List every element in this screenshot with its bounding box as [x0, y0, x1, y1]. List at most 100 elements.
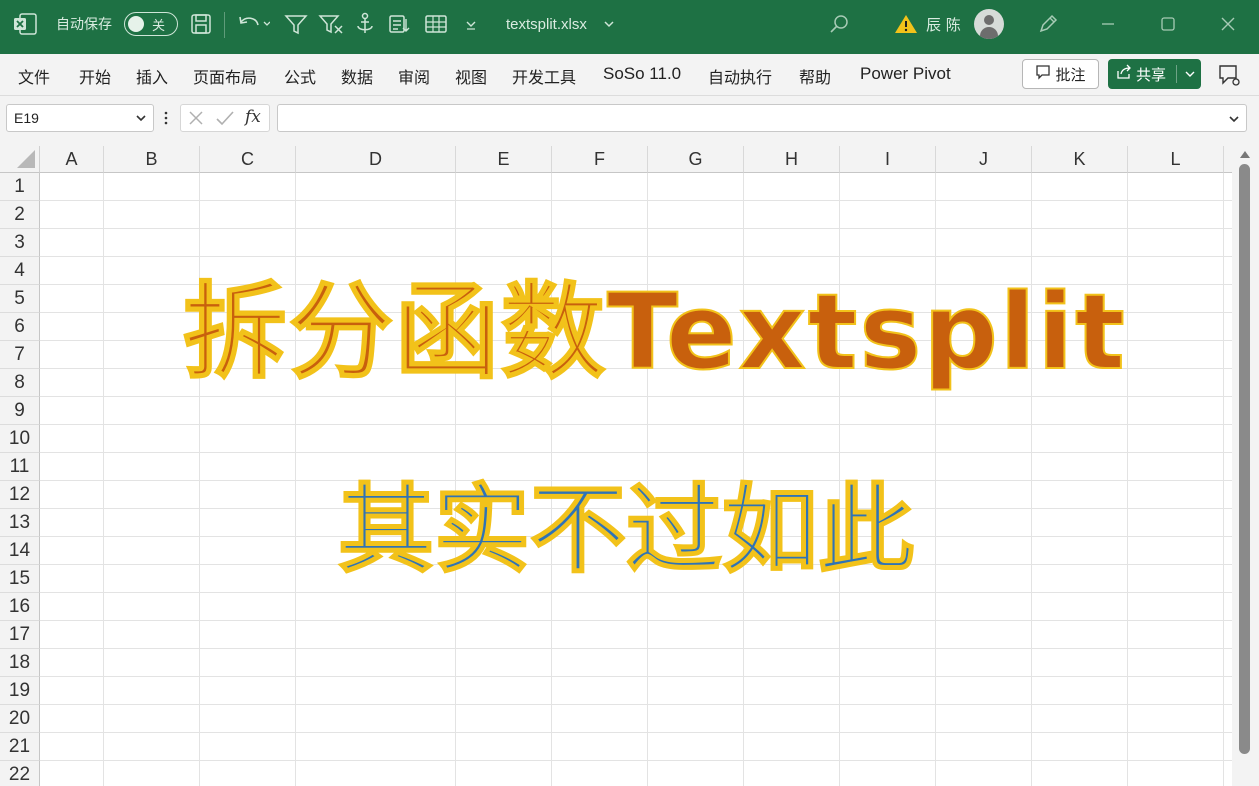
- chevron-down-icon[interactable]: [602, 0, 616, 48]
- column-header-m[interactable]: [1224, 146, 1232, 173]
- tab-automate[interactable]: 自动执行: [708, 64, 772, 88]
- row-header-21[interactable]: 21: [0, 733, 40, 761]
- row-header-7[interactable]: 7: [0, 341, 40, 369]
- filter-icon[interactable]: [284, 0, 308, 48]
- headline-text: 拆分函数Textsplit: [182, 270, 1127, 394]
- share-dropdown-chevron-icon[interactable]: [1184, 65, 1196, 87]
- row-header-13[interactable]: 13: [0, 509, 40, 537]
- comment-icon: [1035, 64, 1051, 84]
- anchor-icon[interactable]: [354, 0, 376, 48]
- tab-soso[interactable]: SoSo 11.0: [603, 64, 681, 84]
- row-header-1[interactable]: 1: [0, 173, 40, 201]
- undo-icon[interactable]: [236, 0, 270, 48]
- column-header-a[interactable]: A: [40, 146, 104, 173]
- column-header-i[interactable]: I: [840, 146, 936, 173]
- confirm-entry-icon[interactable]: [215, 109, 235, 131]
- clear-filter-icon[interactable]: [318, 0, 344, 48]
- tab-power-pivot[interactable]: Power Pivot: [860, 64, 951, 84]
- tab-help[interactable]: 帮助: [799, 64, 831, 88]
- autosave-label: 自动保存: [56, 17, 112, 33]
- column-header-c[interactable]: C: [200, 146, 296, 173]
- column-header-g[interactable]: G: [648, 146, 744, 173]
- ribbon-tab-bar: 文件 开始 插入 页面布局 公式 数据 审阅 视图 开发工具 SoSo 11.0…: [0, 54, 1259, 96]
- tab-page-layout[interactable]: 页面布局: [193, 64, 257, 88]
- maximize-icon[interactable]: [1158, 0, 1178, 48]
- column-header-j[interactable]: J: [936, 146, 1032, 173]
- share-divider: [1176, 65, 1177, 83]
- select-all-button[interactable]: [0, 146, 40, 173]
- row-header-12[interactable]: 12: [0, 481, 40, 509]
- share-icon: [1116, 64, 1132, 84]
- customize-toolbar-icon[interactable]: [464, 0, 478, 48]
- insert-function-icon[interactable]: fx: [245, 107, 261, 127]
- column-header-h[interactable]: H: [744, 146, 840, 173]
- vertical-scrollbar[interactable]: [1232, 146, 1259, 786]
- row-header-10[interactable]: 10: [0, 425, 40, 453]
- comments-label: 批注: [1055, 65, 1086, 84]
- row-header-20[interactable]: 20: [0, 705, 40, 733]
- user-avatar[interactable]: [974, 0, 1004, 48]
- expand-formula-chevron-icon[interactable]: [1228, 111, 1240, 130]
- save-icon[interactable]: [190, 0, 212, 48]
- excel-logo-icon[interactable]: [12, 0, 38, 48]
- row-header-9[interactable]: 9: [0, 397, 40, 425]
- column-header-f[interactable]: F: [552, 146, 648, 173]
- row-header-18[interactable]: 18: [0, 649, 40, 677]
- search-icon[interactable]: [828, 0, 852, 48]
- file-name[interactable]: textsplit.xlsx: [506, 0, 587, 48]
- column-header-k[interactable]: K: [1032, 146, 1128, 173]
- comments-button[interactable]: 批注: [1022, 59, 1099, 89]
- pen-icon[interactable]: [1036, 0, 1060, 48]
- column-header-l[interactable]: L: [1128, 146, 1224, 173]
- subline-text: 其实不过如此: [337, 473, 915, 587]
- row-header-8[interactable]: 8: [0, 369, 40, 397]
- autosave-state: 关: [152, 19, 166, 34]
- row-header-19[interactable]: 19: [0, 677, 40, 705]
- share-label: 共享: [1136, 65, 1167, 84]
- row-header-5[interactable]: 5: [0, 285, 40, 313]
- warning-icon[interactable]: [894, 0, 918, 48]
- worksheet-grid: A B C D E F G H I J K L 1 2 3 4 5 6 7 8 9 10 11 12 1…: [0, 146, 1232, 786]
- title-bar: 自动保存 关 textsplit.xlsx 辰 陈: [0, 0, 1259, 54]
- tab-file[interactable]: 文件: [18, 64, 50, 88]
- tab-insert[interactable]: 插入: [136, 64, 168, 88]
- tab-formulas[interactable]: 公式: [284, 64, 316, 88]
- column-header-e[interactable]: E: [456, 146, 552, 173]
- minimize-icon[interactable]: [1098, 0, 1118, 48]
- user-name[interactable]: 辰 陈: [926, 0, 961, 48]
- scrollbar-thumb[interactable]: [1239, 164, 1250, 754]
- row-header-22[interactable]: 22: [0, 761, 40, 786]
- column-header-d[interactable]: D: [296, 146, 456, 173]
- name-box-value: E19: [14, 110, 39, 126]
- column-header-b[interactable]: B: [104, 146, 200, 173]
- row-header-16[interactable]: 16: [0, 593, 40, 621]
- formula-controls: fx: [180, 104, 270, 132]
- name-box[interactable]: E19: [6, 104, 154, 132]
- row-header-6[interactable]: 6: [0, 313, 40, 341]
- formula-input[interactable]: [277, 104, 1247, 132]
- row-header-17[interactable]: 17: [0, 621, 40, 649]
- autosave-toggle[interactable]: 关: [124, 0, 178, 48]
- cancel-entry-icon[interactable]: [187, 109, 205, 131]
- title-divider: [224, 12, 225, 38]
- row-header-3[interactable]: 3: [0, 229, 40, 257]
- tab-developer[interactable]: 开发工具: [512, 64, 576, 88]
- row-header-11[interactable]: 11: [0, 453, 40, 481]
- scroll-up-arrow-icon[interactable]: [1240, 151, 1250, 158]
- tab-data[interactable]: 数据: [341, 64, 373, 88]
- row-header-14[interactable]: 14: [0, 537, 40, 565]
- row-header-4[interactable]: 4: [0, 257, 40, 285]
- table-icon[interactable]: [424, 0, 448, 48]
- share-button[interactable]: 共享: [1108, 59, 1201, 89]
- tab-review[interactable]: 审阅: [398, 64, 430, 88]
- close-icon[interactable]: [1218, 0, 1238, 48]
- more-options-icon[interactable]: [162, 110, 170, 132]
- tab-view[interactable]: 视图: [455, 64, 487, 88]
- row-header-2[interactable]: 2: [0, 201, 40, 229]
- row-header-15[interactable]: 15: [0, 565, 40, 593]
- chevron-down-icon[interactable]: [135, 111, 147, 128]
- formula-bar: E19 fx: [0, 96, 1259, 146]
- form-icon[interactable]: [388, 0, 412, 48]
- tab-home[interactable]: 开始: [79, 64, 111, 88]
- copilot-chat-icon[interactable]: [1216, 62, 1242, 92]
